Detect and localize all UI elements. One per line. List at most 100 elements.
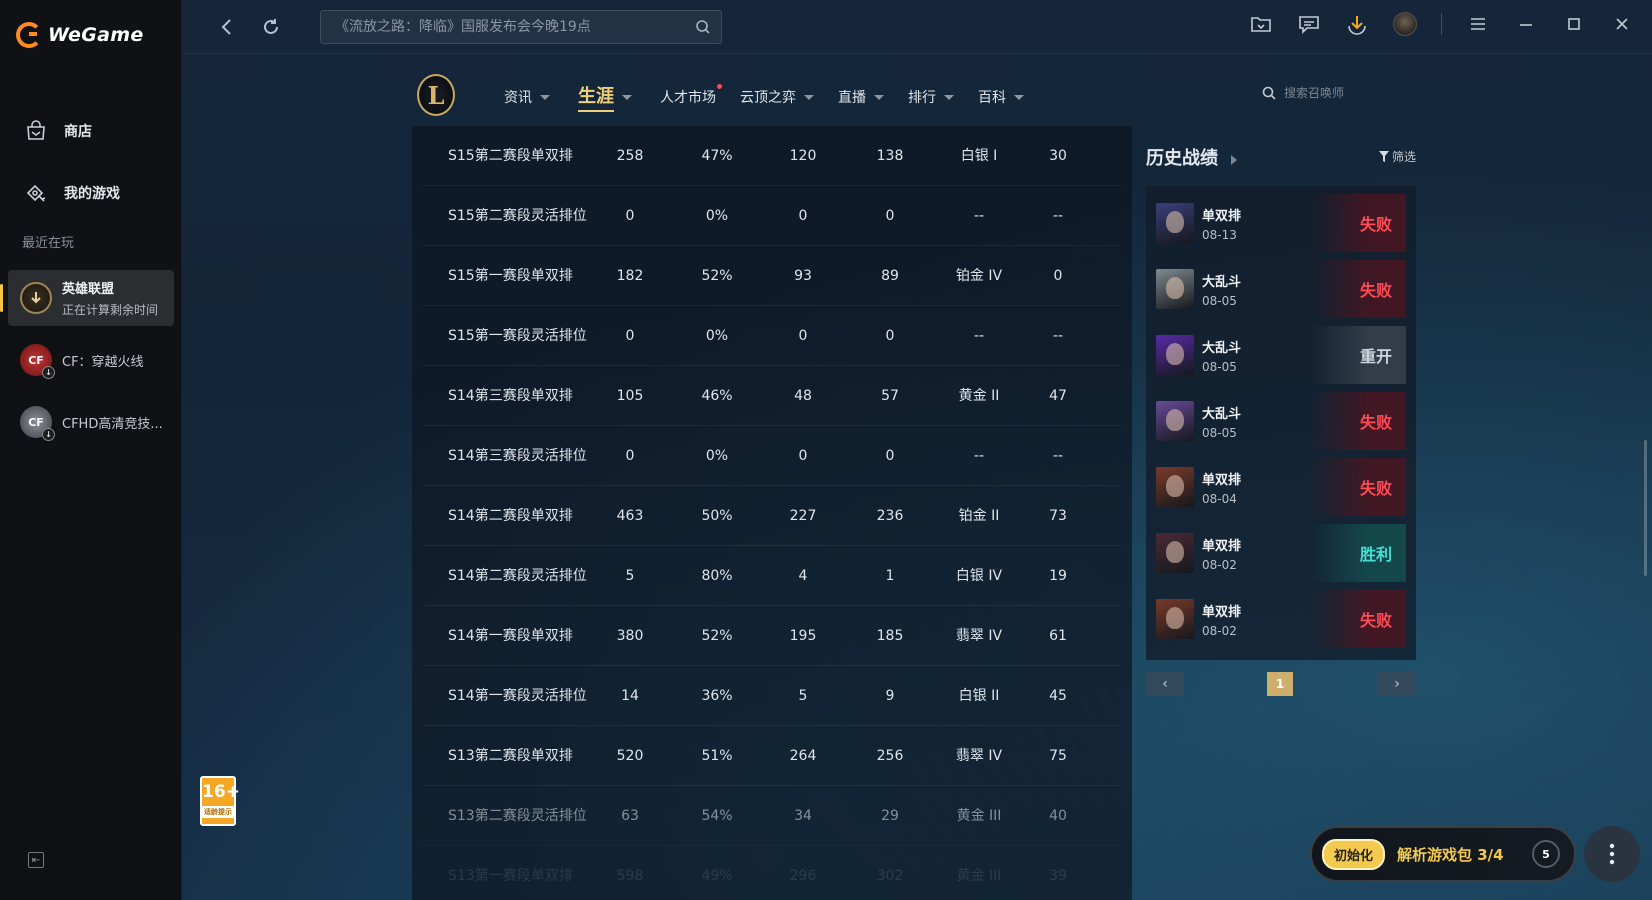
cell-losses: 236	[876, 508, 904, 524]
match-item[interactable]: 单双排 08-04 失败	[1156, 458, 1406, 516]
refresh-button[interactable]	[258, 14, 284, 40]
cell-wins: 34	[794, 808, 812, 824]
cell-rank: 铂金 IV	[955, 268, 1003, 284]
recent-game-lol[interactable]: 英雄联盟 正在计算剩余时间	[0, 270, 174, 326]
match-item[interactable]: 单双排 08-02 失败	[1156, 590, 1406, 648]
recent-game-name: 英雄联盟	[62, 282, 115, 297]
close-icon[interactable]	[1610, 12, 1634, 36]
summoner-search[interactable]	[1262, 86, 1364, 100]
tab-6[interactable]: 百科	[978, 87, 1024, 107]
user-avatar[interactable]	[1393, 12, 1417, 36]
maximize-icon[interactable]	[1562, 12, 1586, 36]
tab-label: 百科	[978, 90, 1006, 106]
summoner-search-input[interactable]	[1284, 86, 1364, 100]
global-search-bar[interactable]	[320, 10, 722, 44]
cell-season: S14第三赛段单双排	[448, 388, 573, 404]
table-row[interactable]: S14第一赛段单双排 380 52% 195 185 翡翠 IV 61	[422, 606, 1122, 666]
cell-winrate: 47%	[701, 148, 733, 164]
app-name: WeGame	[48, 24, 144, 46]
recent-title: 最近在玩	[22, 236, 75, 251]
gamepad-icon	[24, 181, 48, 205]
cell-losses: 185	[876, 628, 904, 644]
cell-lp: 19	[1049, 568, 1067, 584]
message-icon[interactable]	[1297, 12, 1321, 36]
table-row[interactable]: S15第二赛段灵活排位 0 0% 0 0 -- --	[422, 186, 1122, 246]
cell-losses: 57	[881, 388, 899, 404]
tab-0[interactable]: 资讯	[504, 87, 550, 107]
menu-icon[interactable]	[1466, 12, 1490, 36]
cell-lp: 61	[1049, 628, 1067, 644]
champion-avatar	[1156, 203, 1194, 243]
collapse-sidebar-button[interactable]: ⇤	[28, 852, 44, 868]
tab-3[interactable]: 云顶之弈	[740, 87, 814, 107]
page-number-button[interactable]: 1	[1267, 672, 1293, 696]
next-page-button[interactable]: ›	[1378, 672, 1416, 696]
match-result: 胜利	[1310, 524, 1406, 582]
collapse-icon: ⇤	[31, 854, 41, 866]
prev-page-button[interactable]: ‹	[1146, 672, 1184, 696]
cell-losses: 9	[885, 688, 895, 704]
download-manager-icon[interactable]	[1345, 12, 1369, 36]
cell-lp: --	[1052, 448, 1064, 464]
more-options-button[interactable]	[1584, 826, 1640, 882]
page-scrollbar[interactable]	[1644, 440, 1647, 576]
search-icon[interactable]	[695, 19, 711, 39]
chevron-down-icon	[874, 94, 884, 100]
recent-game-cf[interactable]: CF ↓ CF：穿越火线	[8, 332, 174, 388]
download-status-text: 解析游戏包 3/4	[1397, 845, 1504, 864]
cell-wins: 48	[794, 388, 812, 404]
table-row[interactable]: S15第二赛段单双排 258 47% 120 138 白银 I 30	[422, 126, 1122, 186]
back-button[interactable]	[214, 14, 240, 40]
champion-avatar	[1156, 335, 1194, 375]
tab-4[interactable]: 直播	[838, 87, 884, 107]
match-item[interactable]: 单双排 08-13 失败	[1156, 194, 1406, 252]
cell-season: S15第二赛段灵活排位	[448, 208, 587, 224]
match-date: 08-05	[1202, 293, 1237, 308]
age-rating-badge[interactable]: 16+ 适龄提示	[200, 776, 240, 826]
chevron-down-icon	[540, 94, 550, 100]
download-progress-widget[interactable]: 初始化 解析游戏包 3/4 5	[1310, 826, 1576, 882]
tab-5[interactable]: 排行	[908, 87, 954, 107]
tab-label: 直播	[838, 90, 866, 106]
game-nav-tabs: 资讯 生涯 人才市场 云顶之弈 直播 排行 百科	[504, 72, 1024, 122]
table-row[interactable]: S13第一赛段单双排 598 49% 296 302 黄金 III 39	[422, 846, 1122, 900]
match-item[interactable]: 大乱斗 08-05 重开	[1156, 326, 1406, 384]
table-row[interactable]: S13第二赛段单双排 520 51% 264 256 翡翠 IV 75	[422, 726, 1122, 786]
match-item[interactable]: 大乱斗 08-05 失败	[1156, 392, 1406, 450]
cell-lp: --	[1052, 208, 1064, 224]
history-pager: ‹ 1 ›	[1146, 672, 1416, 696]
match-item[interactable]: 大乱斗 08-05 失败	[1156, 260, 1406, 318]
sidebar-item-store[interactable]: 商店	[0, 100, 182, 162]
table-row[interactable]: S14第三赛段单双排 105 46% 48 57 黄金 II 47	[422, 366, 1122, 426]
recent-game-cfhd[interactable]: CF ↓ CFHD高清竞技...	[8, 394, 174, 450]
cell-rank: 白银 IV	[955, 568, 1003, 584]
download-badge-icon: ↓	[42, 428, 55, 441]
wegame-logo[interactable]: WeGame	[16, 22, 144, 48]
table-row[interactable]: S14第二赛段单双排 463 50% 227 236 铂金 II 73	[422, 486, 1122, 546]
table-row[interactable]: S13第二赛段灵活排位 63 54% 34 29 黄金 III 40	[422, 786, 1122, 846]
refresh-icon	[264, 19, 278, 34]
table-row[interactable]: S14第一赛段灵活排位 14 36% 5 9 白银 II 45	[422, 666, 1122, 726]
tab-2[interactable]: 人才市场	[660, 84, 722, 107]
match-item[interactable]: 单双排 08-02 胜利	[1156, 524, 1406, 582]
folder-icon[interactable]	[1249, 12, 1273, 36]
chevron-right-icon[interactable]	[1231, 154, 1238, 165]
cell-wins: 264	[789, 748, 817, 764]
cell-winrate: 0%	[705, 328, 729, 344]
cell-season: S14第一赛段灵活排位	[448, 688, 587, 704]
lol-logo-icon[interactable]: L	[417, 74, 455, 116]
table-row[interactable]: S14第三赛段灵活排位 0 0% 0 0 -- --	[422, 426, 1122, 486]
cell-season: S14第二赛段灵活排位	[448, 568, 587, 584]
tab-1[interactable]: 生涯	[578, 82, 632, 112]
tab-label: 人才市场	[660, 90, 716, 106]
table-row[interactable]: S15第一赛段灵活排位 0 0% 0 0 -- --	[422, 306, 1122, 366]
cell-total: 105	[616, 388, 644, 404]
table-row[interactable]: S15第一赛段单双排 182 52% 93 89 铂金 IV 0	[422, 246, 1122, 306]
filter-button[interactable]: 筛选	[1378, 148, 1416, 165]
global-search-input[interactable]	[335, 19, 675, 35]
minimize-icon[interactable]	[1514, 12, 1538, 36]
sidebar-item-my-games[interactable]: 我的游戏	[0, 162, 182, 224]
table-row[interactable]: S14第二赛段灵活排位 5 80% 4 1 白银 IV 19	[422, 546, 1122, 606]
cell-lp: 39	[1049, 868, 1067, 884]
history-title[interactable]: 历史战绩	[1146, 148, 1218, 169]
